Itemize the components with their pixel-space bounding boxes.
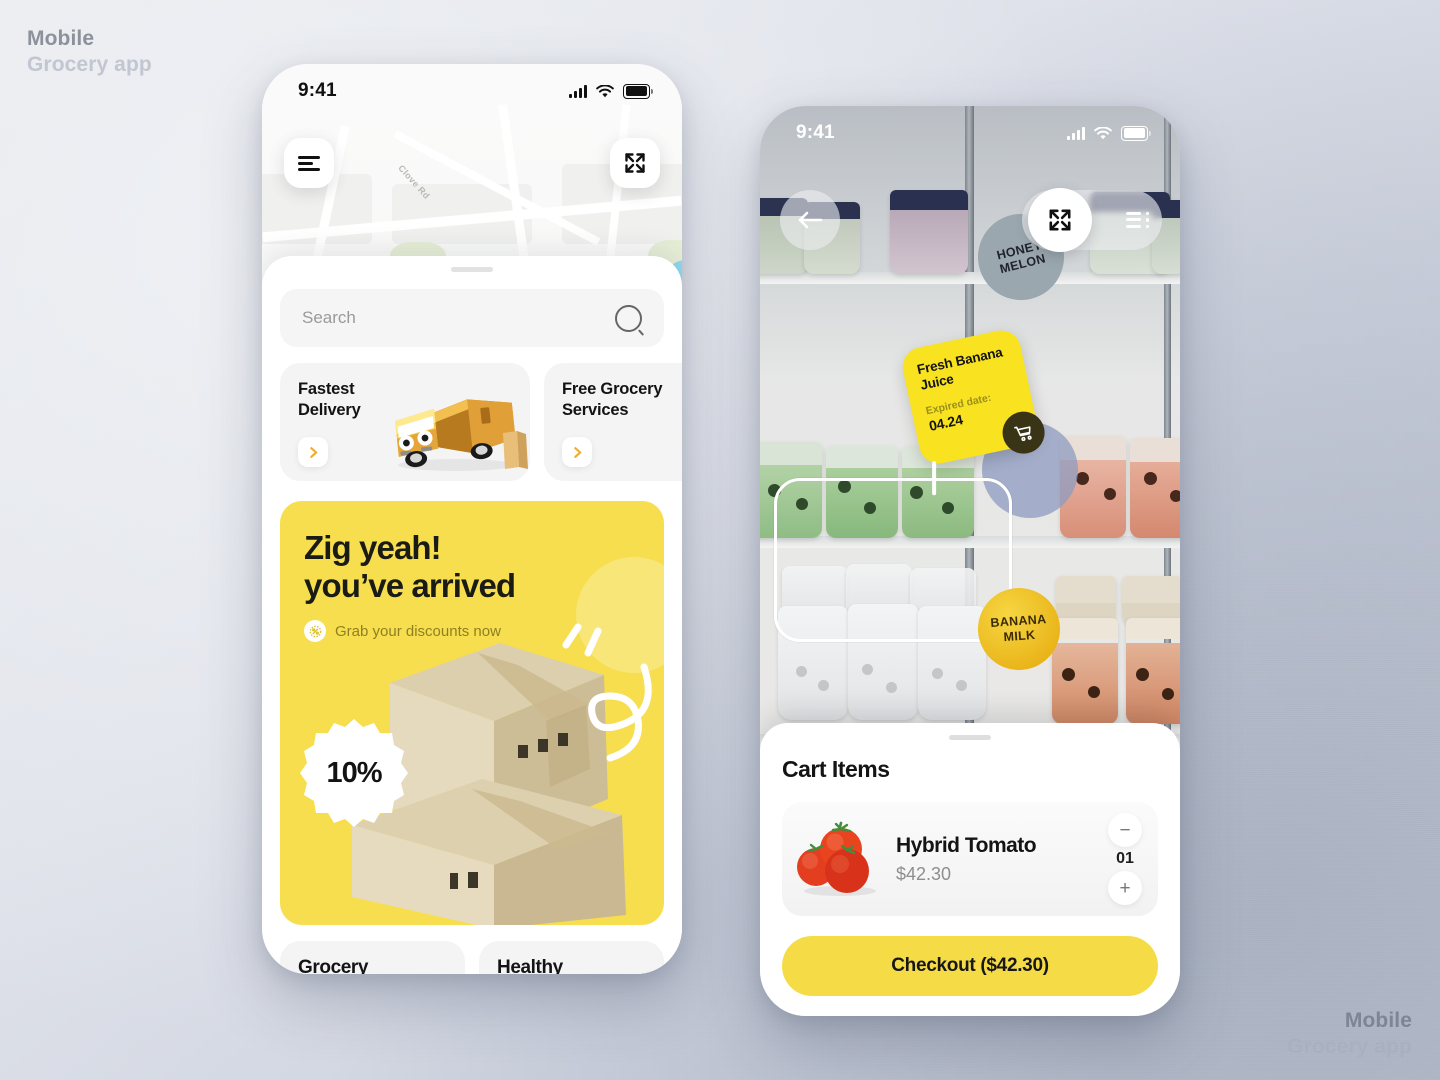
status-bar: 9:41 xyxy=(262,64,682,118)
cart-item-row[interactable]: Hybrid Tomato $42.30 − 01 + xyxy=(782,802,1158,916)
cart-item-price: $42.30 xyxy=(896,863,952,884)
service-card-arrow-button[interactable] xyxy=(298,437,328,467)
cart-item-info: Hybrid Tomato $42.30 xyxy=(888,834,1108,885)
phone-home-screen: Clove Rd #phone-home .streetname{left:13… xyxy=(262,64,682,974)
shopping-cart-icon xyxy=(1013,425,1032,441)
tag-stick xyxy=(932,461,937,496)
discount-badge-label: 10% xyxy=(326,756,382,789)
chip-line2: MILK xyxy=(1003,627,1036,645)
chevron-right-icon xyxy=(573,446,581,458)
signal-icon xyxy=(1067,126,1085,140)
expand-arrows-icon xyxy=(1049,209,1071,231)
home-bottom-sheet: Search Fastest Delivery Free Grocery Ser… xyxy=(262,256,682,974)
status-time: 9:41 xyxy=(298,80,337,101)
chevron-right-icon xyxy=(309,446,317,458)
product-card-grocery[interactable]: Grocery products Family packages xyxy=(280,941,465,974)
service-card-free-grocery[interactable]: Free Grocery Services PA FO xyxy=(544,363,682,481)
status-icons xyxy=(1067,125,1151,141)
caption-bottom-right: Mobile Grocery app xyxy=(1287,1008,1412,1059)
tomatoes-image xyxy=(797,821,876,896)
signal-icon xyxy=(569,84,587,98)
wifi-icon xyxy=(1094,126,1112,139)
product-card-healthy[interactable]: Healthy products Single packages xyxy=(479,941,664,974)
list-bullets-icon xyxy=(1126,211,1150,229)
discount-badge: 10% xyxy=(298,717,410,829)
battery-icon xyxy=(1121,125,1151,141)
caption-top-left: Mobile Grocery app xyxy=(27,26,152,77)
back-button[interactable] xyxy=(780,190,840,250)
list-button[interactable] xyxy=(1116,198,1160,242)
increase-quantity-button[interactable]: + xyxy=(1108,871,1142,905)
decorative-swirl xyxy=(562,623,652,762)
quantity-value: 01 xyxy=(1116,850,1134,867)
wifi-icon xyxy=(596,84,614,97)
caption-title: Mobile xyxy=(27,27,95,50)
cart-item-name: Hybrid Tomato xyxy=(896,833,1037,857)
sheet-grabber[interactable] xyxy=(949,735,991,740)
search-placeholder: Search xyxy=(302,308,356,327)
product-cards-row: Grocery products Family packages Healthy… xyxy=(280,941,664,974)
battery-icon xyxy=(623,83,653,99)
checkout-button[interactable]: Checkout ($42.30) xyxy=(782,936,1158,996)
product-card-title-line1: Healthy xyxy=(497,957,563,974)
menu-button[interactable] xyxy=(284,138,334,188)
search-input[interactable]: Search xyxy=(280,289,664,347)
product-tag[interactable]: Fresh Banana Juice Expired date: 04.24 xyxy=(899,326,1049,496)
grocery-box-3d: PA FO xyxy=(678,377,682,477)
expand-arrows-icon xyxy=(625,153,645,173)
sheet-grabber[interactable] xyxy=(451,267,493,272)
background-noise xyxy=(0,0,1440,1080)
decrease-quantity-button[interactable]: − xyxy=(1108,813,1142,847)
service-card-title-line1: Free Grocery xyxy=(562,380,663,398)
search-icon xyxy=(615,304,642,332)
caption-title: Mobile xyxy=(1344,1009,1412,1032)
caption-subtitle: Grocery app xyxy=(1287,1034,1412,1058)
quantity-stepper: − 01 + xyxy=(1108,813,1142,905)
caption-subtitle: Grocery app xyxy=(27,52,152,76)
hamburger-icon xyxy=(298,155,320,171)
cart-bottom-sheet: Cart Items Hybrid Tomato $42.30 − 01 + C… xyxy=(760,723,1180,1016)
arrow-left-icon xyxy=(798,211,823,229)
service-cards-row: Fastest Delivery Free Grocery Services P… xyxy=(280,363,682,481)
phone-scan-screen: 9:41 HONEY MELON BANANA MILK Fresh Banan… xyxy=(760,106,1180,1016)
promo-banner[interactable]: Zig yeah! you’ve arrived Grab your disco… xyxy=(280,501,664,925)
service-card-arrow-button[interactable] xyxy=(562,437,592,467)
expand-button[interactable] xyxy=(610,138,660,188)
delivery-truck-3d xyxy=(395,399,528,471)
status-icons xyxy=(569,83,653,99)
percent-badge-icon xyxy=(304,620,326,643)
cart-title: Cart Items xyxy=(782,756,890,782)
service-card-fastest-delivery[interactable]: Fastest Delivery xyxy=(280,363,530,481)
expand-button[interactable] xyxy=(1028,188,1092,252)
service-card-title-line2: Services xyxy=(562,400,629,419)
status-time: 9:41 xyxy=(796,122,835,143)
product-card-title-line1: Grocery xyxy=(298,957,369,974)
status-bar: 9:41 xyxy=(760,106,1180,160)
